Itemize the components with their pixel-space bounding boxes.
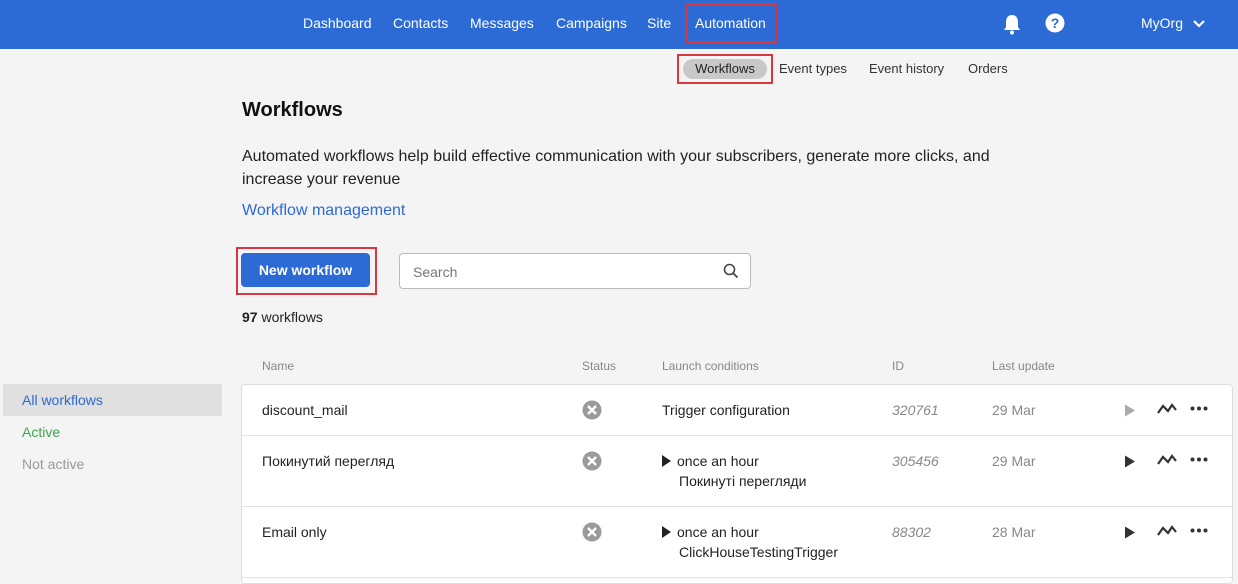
nav-dashboard[interactable]: Dashboard	[303, 0, 372, 49]
workflow-id: 305456	[892, 453, 939, 469]
filter-all-workflows[interactable]: All workflows	[3, 384, 222, 416]
search-input[interactable]	[413, 262, 713, 282]
more-icon[interactable]	[1190, 406, 1208, 411]
filter-active[interactable]: Active	[3, 416, 222, 448]
bell-icon[interactable]	[1002, 13, 1024, 35]
play-icon[interactable]	[1124, 404, 1136, 417]
help-icon[interactable]: ?	[1045, 13, 1067, 35]
col-header-id: ID	[892, 359, 904, 373]
play-icon[interactable]	[1124, 455, 1136, 468]
col-header-launch: Launch conditions	[662, 359, 759, 373]
workflow-id: 320761	[892, 402, 939, 418]
workflow-name[interactable]: Покинутий перегляд	[262, 453, 394, 469]
status-disabled-icon	[582, 451, 602, 471]
table-row[interactable]: discount_mail Trigger configuration 3207…	[242, 385, 1232, 436]
org-switcher[interactable]: MyOrg	[1141, 0, 1205, 49]
status-disabled-icon	[582, 522, 602, 542]
more-icon[interactable]	[1190, 528, 1208, 533]
tab-event-types[interactable]: Event types	[779, 60, 847, 78]
workflows-table: discount_mail Trigger configuration 3207…	[241, 384, 1233, 584]
tab-workflows[interactable]: Workflows	[683, 59, 767, 79]
subnav-workflows-highlight: Workflows	[677, 54, 773, 84]
page-title: Workflows	[242, 99, 343, 121]
tab-event-history[interactable]: Event history	[869, 60, 944, 78]
workflow-count-label: workflows	[261, 309, 323, 325]
org-name: MyOrg	[1141, 15, 1183, 31]
expand-triangle-icon[interactable]	[662, 526, 671, 538]
search-icon[interactable]	[723, 263, 739, 279]
page-description: Automated workflows help build effective…	[242, 148, 990, 188]
workflow-count: 97 workflows	[242, 309, 323, 325]
svg-text:?: ?	[1051, 15, 1060, 31]
chevron-down-icon	[1193, 20, 1205, 28]
filter-not-active[interactable]: Not active	[3, 448, 222, 480]
workflow-updated: 28 Mar	[992, 524, 1036, 540]
tab-orders[interactable]: Orders	[968, 60, 1008, 78]
nav-site[interactable]: Site	[647, 0, 671, 49]
launch-schedule[interactable]: once an hour	[662, 524, 759, 540]
workflow-name[interactable]: discount_mail	[262, 402, 348, 418]
col-header-status: Status	[582, 359, 617, 373]
workflow-name[interactable]: Email only	[262, 524, 327, 540]
workflow-id: 88302	[892, 524, 931, 540]
play-icon[interactable]	[1124, 526, 1136, 539]
nav-contacts[interactable]: Contacts	[393, 0, 448, 49]
search-box	[399, 253, 751, 289]
launch-frequency: once an hour	[677, 524, 759, 540]
stats-icon[interactable]	[1157, 524, 1177, 538]
workflow-updated: 29 Mar	[992, 402, 1036, 418]
launch-schedule[interactable]: once an hour	[662, 453, 759, 469]
workflow-updated: 29 Mar	[992, 453, 1036, 469]
trigger-link[interactable]: Покинуті перегляди	[679, 473, 806, 489]
more-icon[interactable]	[1190, 457, 1208, 462]
expand-triangle-icon[interactable]	[662, 455, 671, 467]
col-header-updated: Last update	[992, 359, 1055, 373]
new-workflow-highlight: New workflow	[236, 247, 377, 295]
stats-icon[interactable]	[1157, 453, 1177, 467]
launch-frequency: once an hour	[677, 453, 759, 469]
col-header-name: Name	[262, 359, 295, 373]
new-workflow-button[interactable]: New workflow	[241, 253, 370, 287]
filter-sidebar: All workflows Active Not active	[3, 384, 222, 480]
trigger-configuration-link[interactable]: Trigger configuration	[662, 402, 790, 418]
nav-automation[interactable]: Automation	[685, 3, 777, 43]
trigger-link[interactable]: ClickHouseTestingTrigger	[679, 544, 838, 560]
workflow-count-number: 97	[242, 309, 258, 325]
nav-messages[interactable]: Messages	[470, 0, 534, 49]
table-row[interactable]: Email only once an hour ClickHouseTestin…	[242, 507, 1232, 578]
status-disabled-icon	[582, 400, 602, 420]
table-row[interactable]: Покинутий перегляд once an hour Покинуті…	[242, 436, 1232, 507]
workflow-management-link[interactable]: Workflow management	[242, 202, 405, 220]
nav-campaigns[interactable]: Campaigns	[556, 0, 627, 49]
stats-icon[interactable]	[1157, 402, 1177, 416]
top-navbar: Dashboard Contacts Messages Campaigns Si…	[0, 0, 1238, 49]
